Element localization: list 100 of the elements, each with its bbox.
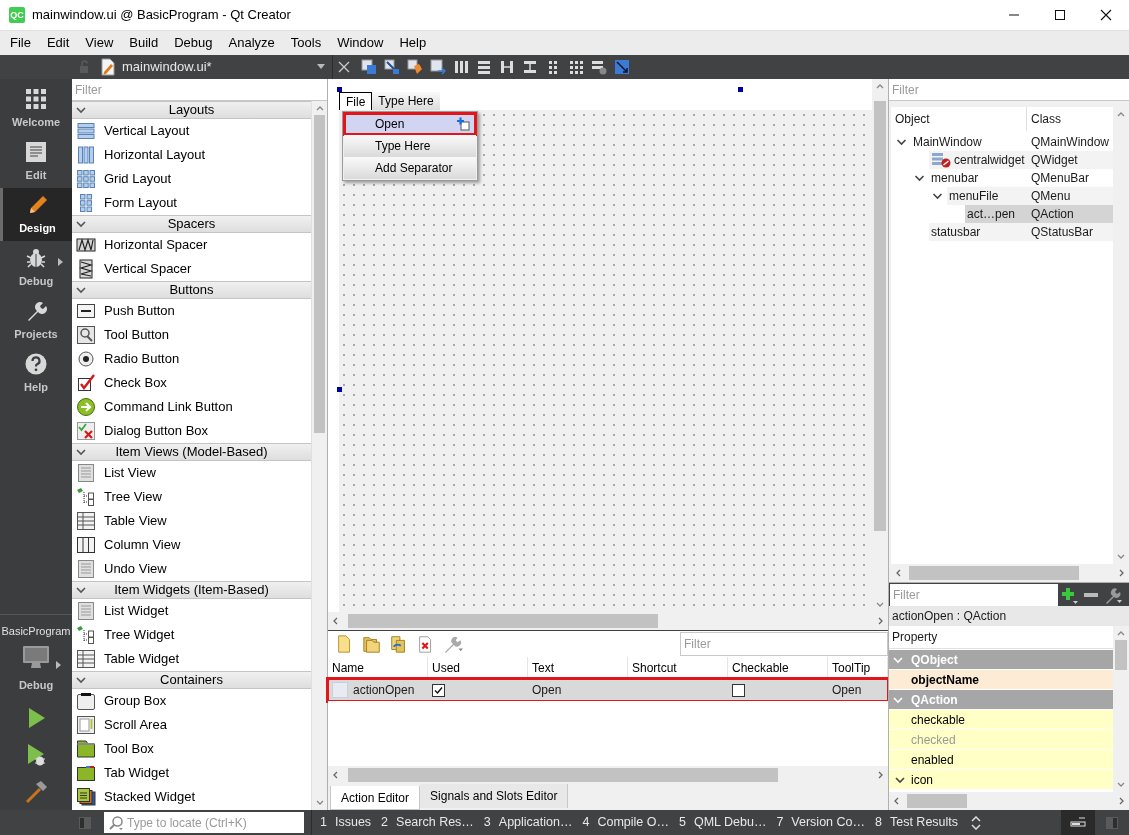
- checked-checkbox[interactable]: [432, 683, 445, 697]
- property-name[interactable]: enabled: [911, 750, 954, 769]
- output-pane-button[interactable]: 2 Search Res…: [376, 810, 479, 835]
- category-header[interactable]: Item Widgets (Item-Based): [72, 581, 311, 599]
- expanded-chevron-icon[interactable]: [932, 191, 943, 201]
- widget-item[interactable]: Scroll Area: [72, 713, 311, 737]
- menu-item[interactable]: File: [2, 31, 39, 55]
- widget-item[interactable]: Column View: [72, 533, 311, 557]
- toolbar-button[interactable]: [382, 57, 402, 77]
- tree-item[interactable]: menubar QMenuBar: [929, 169, 1113, 187]
- widget-item[interactable]: Grid Layout: [72, 167, 311, 191]
- category-header[interactable]: Containers: [72, 671, 311, 689]
- tree-item[interactable]: statusbar QStatusBar: [929, 223, 1113, 241]
- menu-item[interactable]: Analyze: [220, 31, 283, 55]
- tree-item[interactable]: MainWindow QMainWindow: [911, 133, 1113, 151]
- scrollbar-thumb[interactable]: [907, 794, 967, 808]
- widget-item[interactable]: Horizontal Layout: [72, 143, 311, 167]
- widget-item[interactable]: Undo View: [72, 557, 311, 581]
- selection-handle[interactable]: [337, 387, 342, 392]
- menu-item[interactable]: Debug: [166, 31, 221, 55]
- pane-switch-button[interactable]: [969, 813, 984, 832]
- form-menu-item[interactable]: Type Here: [372, 92, 440, 110]
- output-pane-button[interactable]: 4 Compile O…: [577, 810, 674, 835]
- selection-handle[interactable]: [738, 87, 743, 92]
- scrollbar-thumb[interactable]: [909, 566, 1079, 580]
- widget-item[interactable]: Vertical Layout: [72, 119, 311, 143]
- mode-button[interactable]: Edit: [0, 135, 72, 188]
- filter-field[interactable]: Filter: [889, 79, 1129, 101]
- column-header[interactable]: Object: [891, 107, 1027, 131]
- locate-field[interactable]: Type to locate (Ctrl+K): [104, 812, 304, 833]
- output-pane-button[interactable]: 5 QML Debu…: [673, 810, 772, 835]
- expanded-chevron-icon[interactable]: [895, 774, 905, 785]
- menu-item[interactable]: Edit: [38, 31, 78, 55]
- scrollbar-thumb[interactable]: [1115, 640, 1127, 670]
- widget-item[interactable]: Tool Button: [72, 323, 311, 347]
- menu-entry[interactable]: Open: [344, 113, 476, 135]
- tree-item[interactable]: menuFile QMenu: [947, 187, 1113, 205]
- expanded-chevron-icon[interactable]: [896, 137, 907, 147]
- progress-toggle-button[interactable]: [1061, 810, 1095, 835]
- menu-entry[interactable]: Add Separator: [344, 157, 476, 179]
- widget-item[interactable]: Check Box: [72, 371, 311, 395]
- menu-entry[interactable]: Type Here: [344, 135, 476, 157]
- widget-item[interactable]: Radio Button: [72, 347, 311, 371]
- mode-button[interactable]: Debug: [0, 241, 72, 294]
- selection-handle[interactable]: [337, 87, 342, 92]
- widget-item[interactable]: List Widget: [72, 599, 311, 623]
- action-row[interactable]: actionOpen Open Open: [328, 679, 888, 701]
- output-pane-button[interactable]: 7 Version Co…: [771, 810, 870, 835]
- category-header[interactable]: Layouts: [72, 101, 311, 119]
- property-name[interactable]: icon: [911, 770, 933, 789]
- category-header[interactable]: Buttons: [72, 281, 311, 299]
- menu-item[interactable]: View: [77, 31, 122, 55]
- widget-item[interactable]: List View: [72, 461, 311, 485]
- toolbar-button[interactable]: [359, 57, 379, 77]
- mode-button[interactable]: Help: [0, 347, 72, 400]
- tab[interactable]: Action Editor: [330, 786, 421, 810]
- mode-button[interactable]: Projects: [0, 294, 72, 347]
- widget-item[interactable]: Tool Box: [72, 737, 311, 761]
- scrollbar-thumb[interactable]: [874, 101, 886, 531]
- mode-button[interactable]: Design: [0, 188, 72, 241]
- widget-item[interactable]: Command Link Button: [72, 395, 311, 419]
- category-header[interactable]: Spacers: [72, 215, 311, 233]
- mode-button[interactable]: Welcome: [0, 82, 72, 135]
- widget-item[interactable]: Table Widget: [72, 647, 311, 671]
- widget-item[interactable]: Tree Widget: [72, 623, 311, 647]
- toolbar-button[interactable]: [405, 57, 425, 77]
- tab[interactable]: Signals and Slots Editor: [420, 784, 569, 808]
- widget-item[interactable]: Push Button: [72, 299, 311, 323]
- output-pane-button[interactable]: 1 Issues: [315, 810, 377, 835]
- widget-item[interactable]: Stacked Widget: [72, 785, 311, 809]
- scrollbar-thumb[interactable]: [348, 768, 778, 782]
- widget-item[interactable]: Horizontal Spacer: [72, 233, 311, 257]
- scrollbar-thumb[interactable]: [348, 614, 658, 628]
- column-header[interactable]: Property: [889, 626, 1113, 649]
- add-icon[interactable]: [456, 117, 470, 131]
- expanded-chevron-icon[interactable]: [914, 173, 925, 183]
- menu-item[interactable]: Window: [329, 31, 392, 55]
- widget-item[interactable]: Dialog Button Box: [72, 419, 311, 443]
- tree-item[interactable]: centralwidget QWidget: [929, 151, 1113, 169]
- widget-item[interactable]: Tree View: [72, 485, 311, 509]
- form-menu-item[interactable]: File: [339, 92, 373, 110]
- filter-field[interactable]: Filter: [890, 583, 1058, 606]
- scrollbar-thumb[interactable]: [314, 115, 325, 433]
- menu-item[interactable]: Tools: [282, 31, 330, 55]
- widget-item[interactable]: Form Layout: [72, 191, 311, 215]
- document-selector[interactable]: mainwindow.ui*: [122, 55, 332, 79]
- output-pane-button[interactable]: 8 Test Results: [870, 810, 964, 835]
- widget-item[interactable]: Table View: [72, 509, 311, 533]
- tree-item[interactable]: act…pen QAction: [965, 205, 1113, 223]
- widget-item[interactable]: Tab Widget: [72, 761, 311, 785]
- toolbar-button[interactable]: [612, 57, 632, 77]
- column-header[interactable]: Class: [1027, 107, 1113, 131]
- widget-item[interactable]: Vertical Spacer: [72, 257, 311, 281]
- filter-field[interactable]: Filter: [680, 632, 888, 656]
- menu-item[interactable]: Help: [391, 31, 435, 55]
- output-pane-button[interactable]: 3 Application…: [478, 810, 578, 835]
- category-header[interactable]: Item Views (Model-Based): [72, 443, 311, 461]
- menu-item[interactable]: Build: [121, 31, 167, 55]
- checkbox[interactable]: [732, 683, 745, 697]
- widget-item[interactable]: Group Box: [72, 689, 311, 713]
